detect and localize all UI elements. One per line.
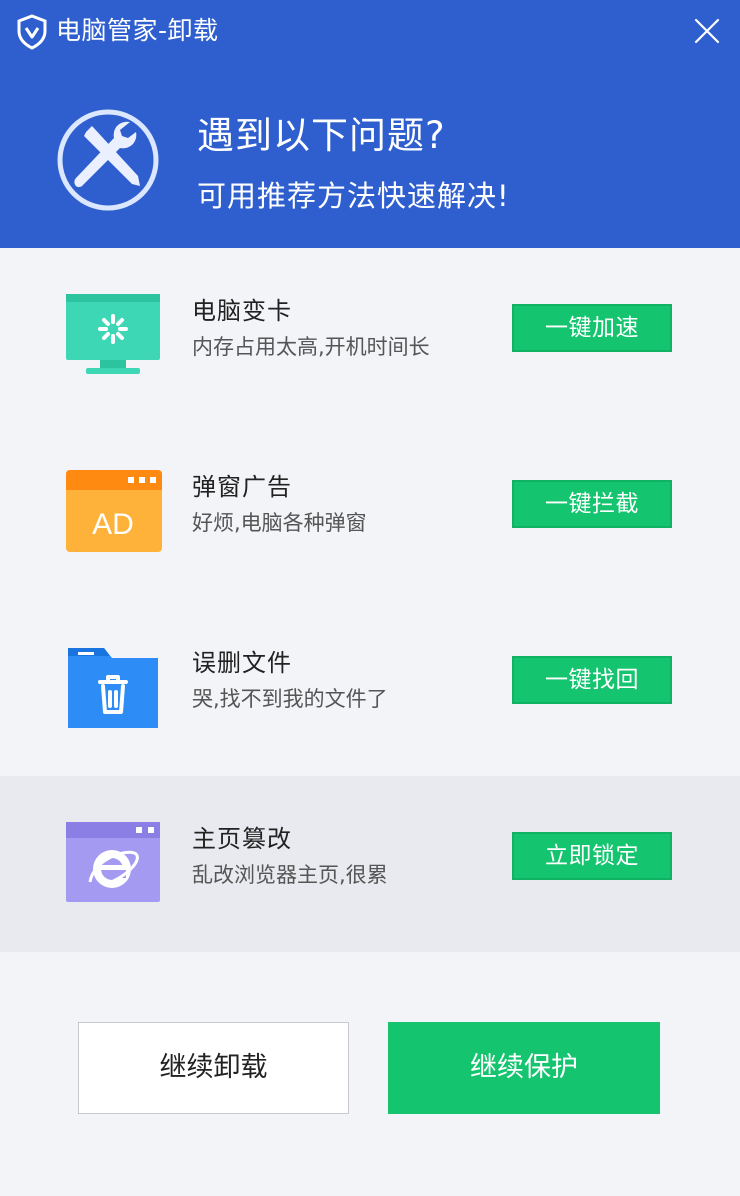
recover-files-button[interactable]: 一键找回 <box>512 656 672 704</box>
ad-icon-text: AD <box>92 508 134 541</box>
problem-desc: 哭,找不到我的文件了 <box>192 687 388 711</box>
continue-protect-button[interactable]: 继续保护 <box>388 1022 660 1114</box>
monitor-loading-icon <box>66 294 160 374</box>
problem-item-deleted-files: 误删文件 哭,找不到我的文件了 一键找回 <box>0 600 740 776</box>
wrench-screwdriver-icon <box>57 109 159 211</box>
problem-title: 误删文件 <box>192 649 292 677</box>
problem-desc: 好烦,电脑各种弹窗 <box>192 511 367 535</box>
problem-title: 弹窗广告 <box>192 473 292 501</box>
problem-item-homepage-hijack: 主页篡改 乱改浏览器主页,很累 立即锁定 <box>0 776 740 952</box>
window-title: 电脑管家-卸载 <box>56 16 219 45</box>
speed-up-button[interactable]: 一键加速 <box>512 304 672 352</box>
browser-ie-icon <box>66 822 160 902</box>
block-ads-button[interactable]: 一键拦截 <box>512 480 672 528</box>
hero-title: 遇到以下问题? <box>197 114 446 157</box>
problem-desc: 乱改浏览器主页,很累 <box>192 863 388 887</box>
shield-icon <box>17 14 47 50</box>
problem-desc: 内存占用太高,开机时间长 <box>192 335 430 359</box>
header-banner: 电脑管家-卸载 遇到以下问题? 可用推荐方法快速解决! <box>0 0 740 248</box>
problem-item-slow-pc: 电脑变卡 内存占用太高,开机时间长 一键加速 <box>0 248 740 424</box>
ad-window-icon: AD <box>66 470 162 552</box>
folder-trash-icon <box>68 648 158 728</box>
problem-title: 主页篡改 <box>192 825 292 853</box>
continue-uninstall-button[interactable]: 继续卸载 <box>78 1022 349 1114</box>
title-bar: 电脑管家-卸载 <box>0 0 740 62</box>
problem-item-popup-ads: AD 弹窗广告 好烦,电脑各种弹窗 一键拦截 <box>0 424 740 600</box>
close-icon[interactable] <box>688 12 726 50</box>
lock-homepage-button[interactable]: 立即锁定 <box>512 832 672 880</box>
problem-title: 电脑变卡 <box>192 297 292 325</box>
hero-subtitle: 可用推荐方法快速解决! <box>197 179 510 213</box>
